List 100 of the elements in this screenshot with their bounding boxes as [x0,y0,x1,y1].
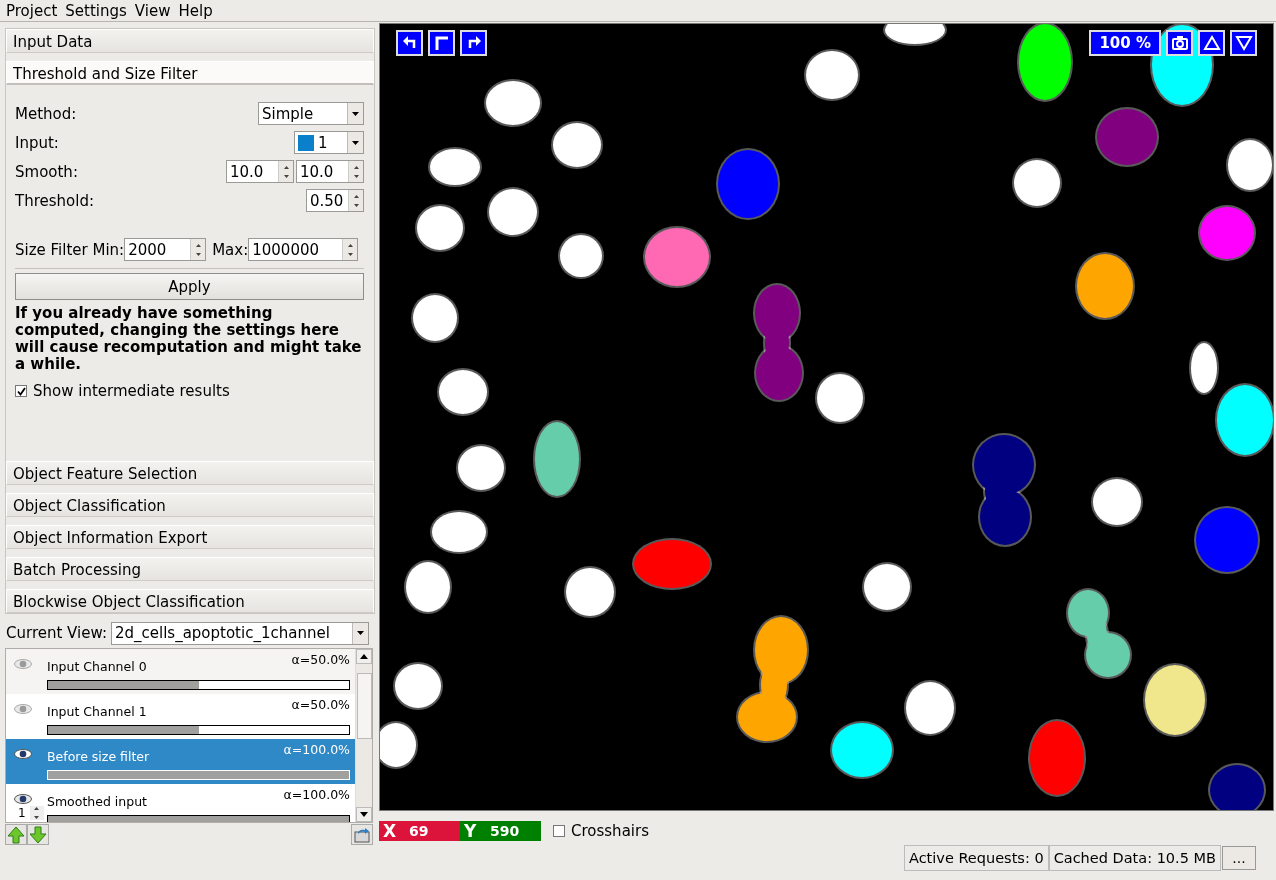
opacity-slider[interactable] [47,725,350,735]
cell [1091,477,1143,527]
opacity-slider[interactable] [47,680,350,690]
menu-item[interactable]: Project [2,0,62,21]
move-up-button[interactable] [5,824,27,845]
opacity-label: α=50.0% [291,652,350,667]
dropdown-arrow-icon[interactable] [356,631,364,635]
more-button[interactable]: ... [1222,846,1256,870]
threshold-spinbox[interactable]: 0.50 [306,189,364,212]
cell [404,560,452,614]
image-viewer[interactable]: 100 % [379,23,1274,811]
triangle-down-button[interactable] [1230,30,1257,56]
spin-arrows-icon[interactable] [34,806,40,820]
size-max-spinbox[interactable]: 1000000 [248,238,359,261]
dropdown-arrow-icon[interactable] [352,111,359,116]
smooth-spinbox[interactable]: 10.0 [296,160,364,183]
y-coordinate: Y 590 [460,821,541,841]
field-label: Smooth: [15,162,78,181]
scroll-down-arrow-icon[interactable] [360,812,368,817]
opacity-slider[interactable] [47,815,350,822]
spin-arrows-icon[interactable] [347,242,353,257]
channel-swatch-icon [298,134,314,151]
scroll-up-button[interactable] [356,649,372,664]
cell [564,566,616,618]
applet-header[interactable]: Input Data [6,29,374,53]
spin-arrows-icon[interactable] [195,242,201,257]
cached-data-label: Cached Data: 10.5 MB [1048,845,1221,871]
layer-name: Input Channel 1 [47,704,147,719]
apply-button[interactable]: Apply [15,273,364,300]
layer-row[interactable]: Before size filter α=100.0% [6,739,355,784]
field-label: Input: [15,133,59,152]
field-label: Max: [212,240,249,259]
triangle-up-button[interactable] [1198,30,1225,56]
applet-header[interactable]: Blockwise Object Classification [6,589,374,613]
labeled-cell [643,226,711,288]
labeled-cell [1198,205,1256,261]
cell [380,721,418,769]
menu-item[interactable]: View [130,0,175,21]
cell [1189,341,1219,395]
triangle-down-icon [1234,34,1253,52]
spin-arrows-icon[interactable] [353,193,359,208]
arrow-up-icon [7,825,25,844]
cell [430,510,488,554]
crosshairs-label: Crosshairs [571,822,649,840]
cell [393,662,443,710]
input-dropdown[interactable]: 1 [294,131,364,154]
opacity-label: α=100.0% [283,787,350,802]
rotate-right-button[interactable] [460,30,487,56]
labeled-cell [1075,252,1135,320]
layer-name: Before size filter [47,749,150,764]
applet-header[interactable]: Threshold and Size Filter [6,61,374,85]
corner-button[interactable] [428,30,455,56]
cell [862,562,912,612]
cell [883,24,947,46]
warning-text: If you already have something computed, changing the settings here will cause recomputation and might take a while. [15,305,362,373]
smooth-spinbox[interactable]: 10.0 [226,160,294,183]
camera-button[interactable] [1166,30,1193,56]
field-label: Size Filter Min: [15,240,125,259]
zoom-level-label[interactable]: 100 % [1089,30,1161,56]
menu-item[interactable]: Settings [61,0,131,21]
current-view-dropdown[interactable]: 2d_cells_apoptotic_1channel [110,621,369,645]
crosshairs-checkbox[interactable] [553,825,565,837]
cell [551,121,603,169]
layer-name: Input Channel 0 [47,659,147,674]
applet-header[interactable]: Batch Processing [6,557,374,581]
method-dropdown[interactable]: Simple [258,102,364,125]
checkbox[interactable] [15,385,27,397]
spin-arrows-icon[interactable] [283,164,289,179]
cell [484,79,542,127]
spin-arrows-icon[interactable] [353,164,359,179]
camera-icon [1170,34,1189,52]
cell [1012,158,1062,208]
cell [428,147,482,187]
checkbox-label: Show intermediate results [33,382,230,400]
arrow-down-icon [29,825,47,844]
dropdown-arrow-icon[interactable] [352,140,359,145]
cell [411,293,459,343]
layer-row[interactable]: Input Channel 0 α=50.0% [6,649,355,694]
cell [804,49,860,101]
opacity-label: α=100.0% [283,742,350,757]
menu-item[interactable]: Help [174,0,217,21]
eye-icon[interactable] [14,749,32,759]
applet-header[interactable]: Object Feature Selection [6,461,374,485]
scroll-up-arrow-icon[interactable] [360,654,368,659]
cell [456,444,506,492]
scroll-down-button[interactable] [356,807,372,822]
applet-header[interactable]: Object Information Export [6,525,374,549]
opacity-label: α=50.0% [291,697,350,712]
size-min-spinbox[interactable]: 2000 [124,238,207,261]
scrollbar-thumb[interactable] [356,672,372,739]
eye-icon[interactable] [14,794,32,804]
layer-name: Smoothed input [47,794,147,809]
x-coordinate: X 69 [379,821,460,841]
applet-header[interactable]: Object Classification [6,493,374,517]
rotate-left-button[interactable] [396,30,423,56]
current-view-label: Current View: [6,624,107,642]
active-requests-label: Active Requests: 0 [904,845,1049,871]
field-label: Threshold: [15,191,94,210]
cell [437,368,489,416]
triangle-up-icon [1202,34,1221,52]
